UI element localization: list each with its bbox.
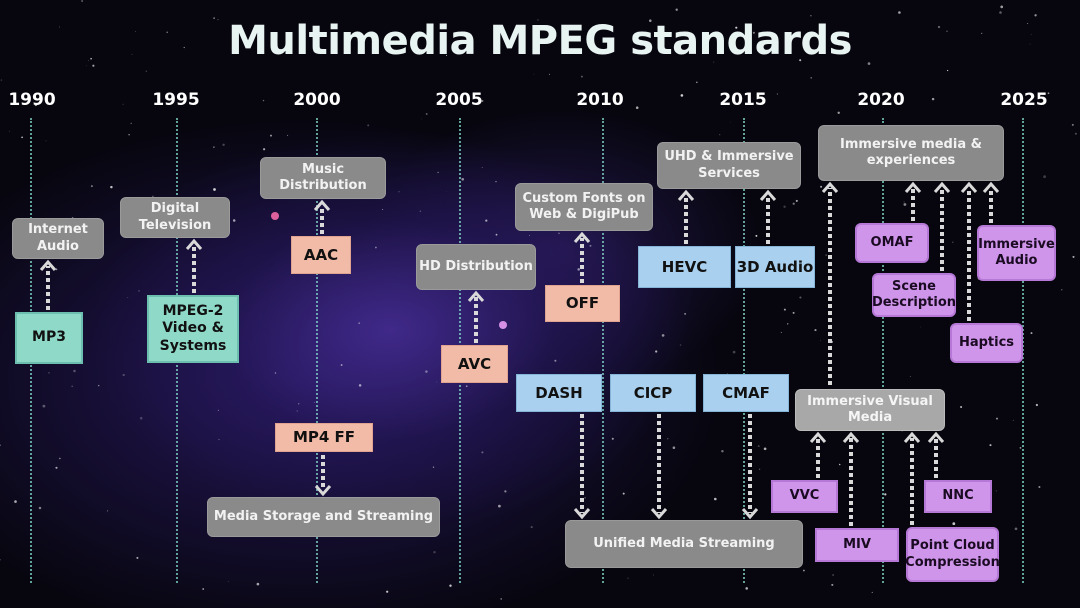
standard-omaf: OMAF (855, 223, 929, 263)
app-custom-fonts: Custom Fonts on Web & DigiPub (515, 183, 653, 231)
standard-miv: MIV (815, 528, 899, 562)
app-media-storage: Media Storage and Streaming (207, 497, 440, 537)
app-digital-television: Digital Television (120, 197, 230, 238)
app-unified-streaming: Unified Media Streaming (565, 520, 803, 568)
standard-off: OFF (545, 285, 620, 322)
standard-3d-audio: 3D Audio (735, 246, 815, 288)
standard-nnc: NNC (924, 480, 992, 513)
standard-immersive-audio: Immersive Audio (977, 225, 1056, 281)
app-music-distribution: Music Distribution (260, 157, 386, 199)
standard-point-cloud-compression: Point Cloud Compression (905, 527, 1000, 582)
standard-mp4ff: MP4 FF (275, 423, 373, 452)
standard-vvc: VVC (771, 480, 838, 513)
standard-dash: DASH (516, 374, 602, 412)
app-hd-distribution: HD Distribution (416, 244, 536, 290)
app-immersive-media: Immersive media & experiences (818, 125, 1004, 181)
standard-mpeg2: MPEG-2 Video & Systems (147, 295, 239, 363)
app-uhd-immersive: UHD & Immersive Services (657, 142, 801, 189)
standard-avc: AVC (441, 345, 508, 383)
standard-haptics: Haptics (950, 323, 1023, 363)
app-immersive-visual-media: Immersive Visual Media (795, 389, 945, 431)
standard-cicp: CICP (610, 374, 696, 412)
app-internet-audio: Internet Audio (12, 218, 104, 259)
standard-scene-description: Scene Description (872, 273, 956, 317)
standard-mp3: MP3 (15, 312, 83, 364)
standard-hevc: HEVC (638, 246, 731, 288)
standard-aac: AAC (291, 236, 351, 274)
standard-cmaf: CMAF (703, 374, 789, 412)
